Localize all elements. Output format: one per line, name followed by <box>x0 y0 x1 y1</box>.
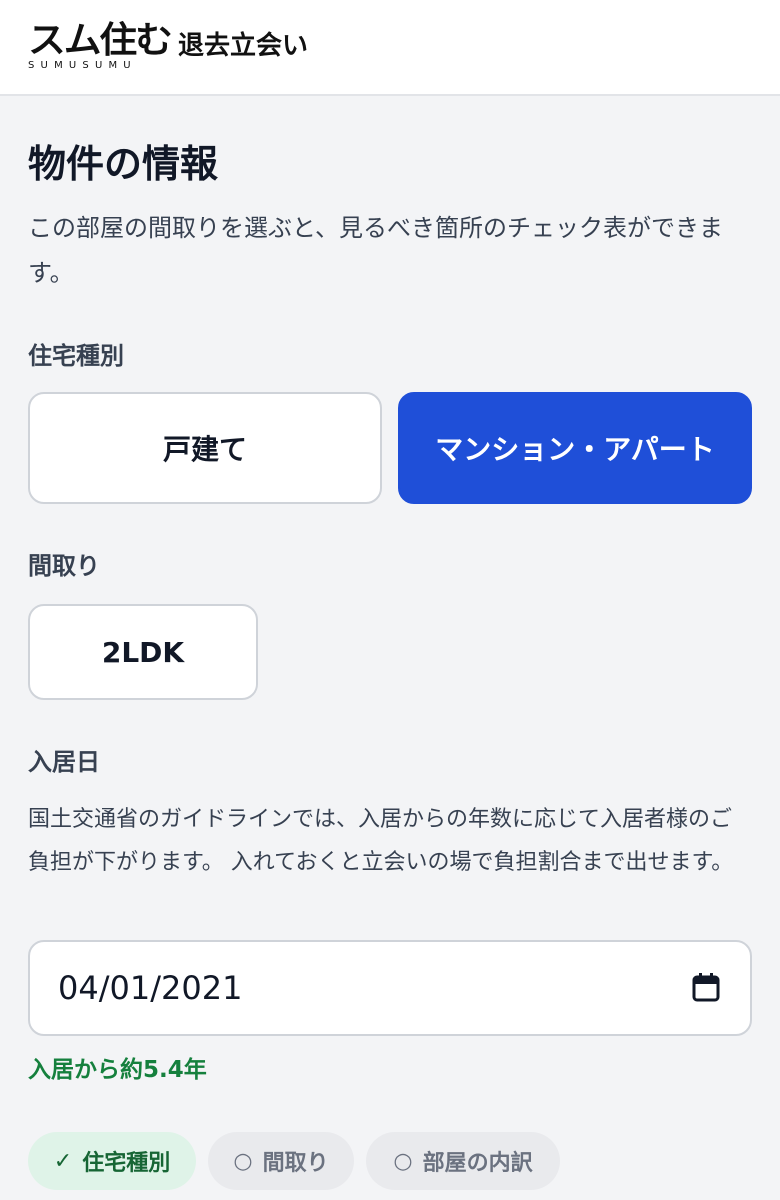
housing-option-detached-button[interactable]: 戸建て <box>28 392 382 504</box>
floor-plan-value: 2LDK <box>101 635 185 669</box>
app-header: スム住む SUMUSUMU 退去立会い <box>0 0 780 96</box>
move-in-guide-text: 国土交通省のガイドラインでは、入居からの年数に応じて入居者様のご負担が下がります… <box>28 807 734 875</box>
check-icon: ✓ <box>53 1148 73 1174</box>
circle-icon: ○ <box>393 1148 413 1174</box>
floor-plan-label: 間取り <box>28 552 100 580</box>
logo-subtext: SUMUSUMU <box>28 60 137 71</box>
circle-icon: ○ <box>233 1148 253 1174</box>
page-description: この部屋の間取りを選ぶと、見るべき箇所のチェック表ができます。 <box>28 214 724 287</box>
housing-option-label: マンション・アパート <box>435 433 715 466</box>
calendar-icon[interactable] <box>692 972 720 1002</box>
step-label: 間取り <box>262 1151 329 1176</box>
floor-plan-button[interactable]: 2LDK <box>28 604 258 700</box>
step-floor-plan[interactable]: ○ 間取り <box>208 1132 354 1190</box>
years-since-move-in: 入居から約5.4年 <box>28 1057 207 1083</box>
logo-wordmark: スム住む <box>28 20 173 61</box>
step-label: 部屋の内訳 <box>422 1151 533 1176</box>
move-in-date-value: 04/01/2021 <box>58 969 243 1007</box>
step-housing-type[interactable]: ✓ 住宅種別 <box>28 1132 196 1190</box>
move-in-label: 入居日 <box>28 748 100 776</box>
page-title: 物件の情報 <box>28 142 219 186</box>
logo[interactable]: スム住む SUMUSUMU <box>28 22 173 72</box>
housing-type-label: 住宅種別 <box>28 342 124 370</box>
step-label: 住宅種別 <box>82 1151 171 1176</box>
step-room-breakdown[interactable]: ○ 部屋の内訳 <box>366 1132 560 1190</box>
housing-option-label: 戸建て <box>162 433 247 466</box>
app-title: 退去立会い <box>178 31 309 61</box>
housing-option-apartment-button[interactable]: マンション・アパート <box>398 392 752 504</box>
move-in-date-input[interactable]: 04/01/2021 <box>28 940 752 1036</box>
